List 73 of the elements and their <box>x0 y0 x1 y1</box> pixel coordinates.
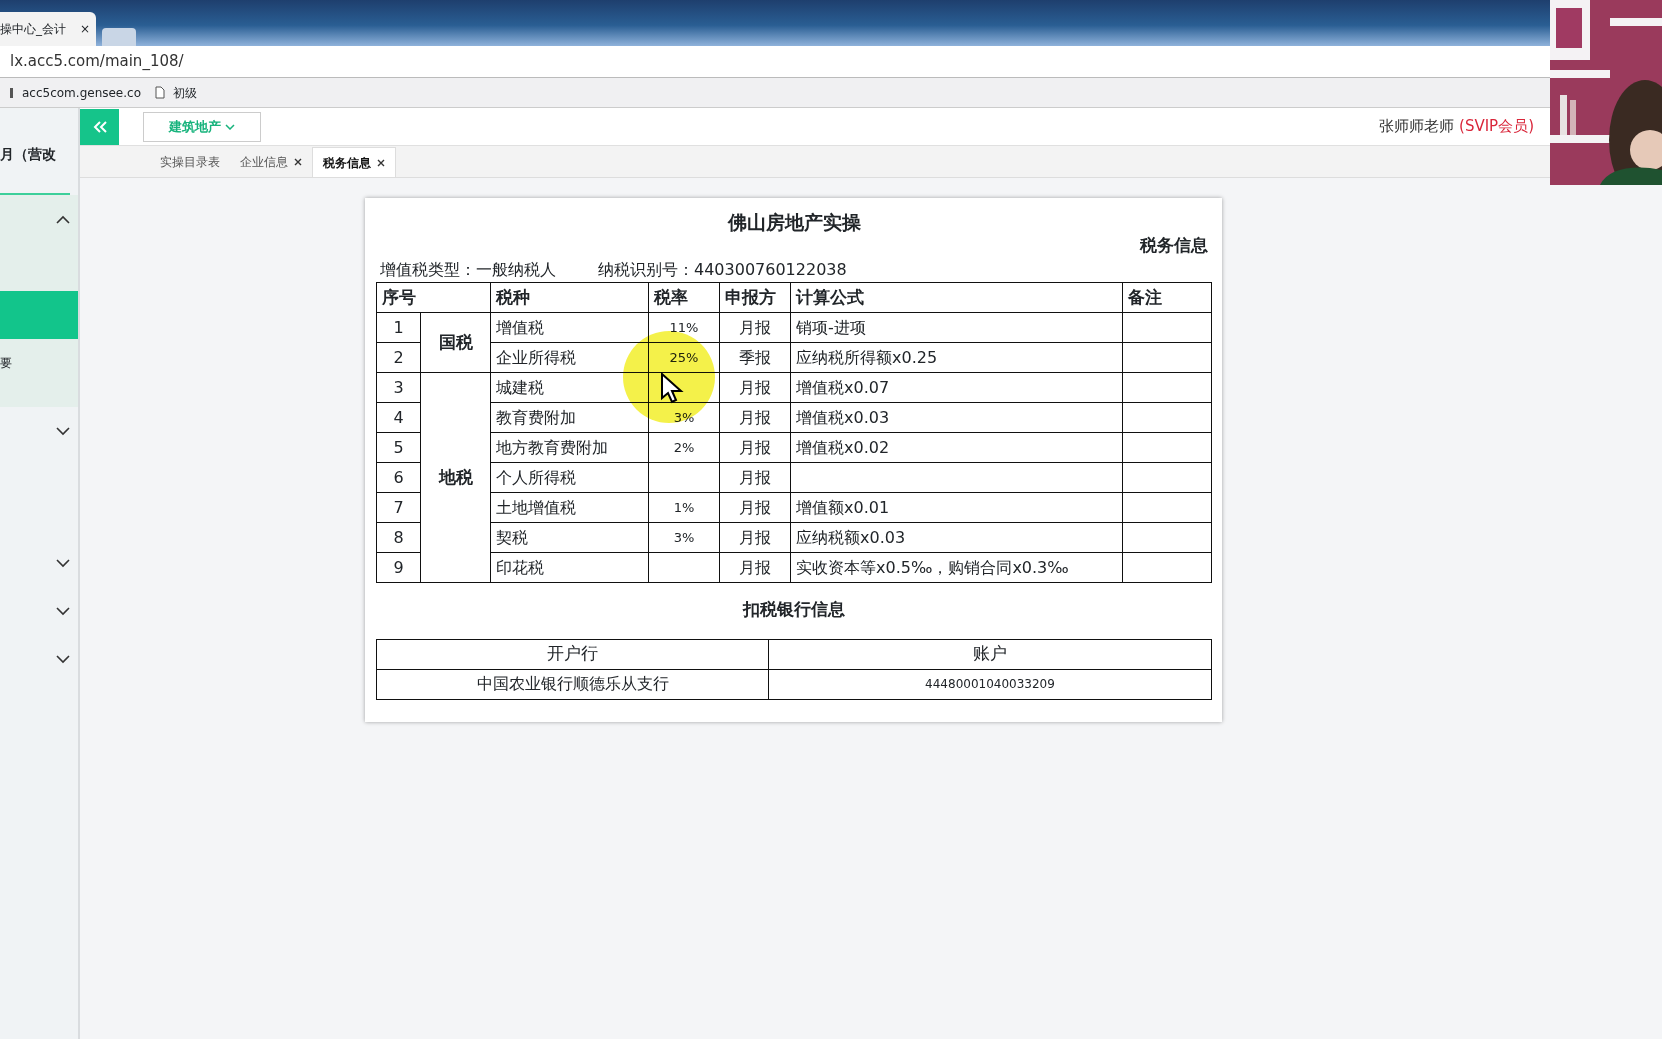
table-cell: 9 <box>376 552 421 583</box>
table-cell: 契税 <box>490 522 649 553</box>
page-icon <box>155 86 165 99</box>
table-cell: 土地增值税 <box>490 492 649 523</box>
table-cell: 地税 <box>420 372 491 583</box>
column-header: 税种 <box>490 282 649 313</box>
chevron-up-icon[interactable] <box>56 214 70 224</box>
document-title: 佛山房地产实操 <box>726 210 862 235</box>
table-cell: 月报 <box>719 552 791 583</box>
page-tab[interactable]: 税务信息 <box>312 147 396 177</box>
table-cell: 增值税x0.07 <box>790 372 1123 403</box>
table-cell: 地方教育费附加 <box>490 432 649 463</box>
site-icon <box>10 86 14 99</box>
table-cell: 中国农业银行顺德乐从支行 <box>376 669 769 699</box>
chevron-down-icon[interactable] <box>56 426 70 436</box>
taxpayer-id-text: 纳税识别号：440300760122038 <box>598 259 847 281</box>
page-tab[interactable]: 实操目录表 <box>150 147 230 177</box>
table-cell: 8 <box>376 522 421 553</box>
address-text[interactable]: lx.acc5.com/main_108/ <box>10 50 184 73</box>
table-cell: 7 <box>376 492 421 523</box>
column-header: 备注 <box>1122 282 1212 313</box>
column-header: 计算公式 <box>790 282 1123 313</box>
table-cell: 增值额x0.01 <box>790 492 1123 523</box>
table-cell: 销项-进项 <box>790 312 1123 343</box>
mouse-pointer-icon <box>660 372 686 404</box>
table-cell: 4 <box>376 402 421 433</box>
close-icon[interactable] <box>294 158 302 166</box>
bookmark-link[interactable]: acc5com.gensee.co <box>22 83 141 102</box>
section-label: 税务信息 <box>1140 234 1208 255</box>
page-tab[interactable]: 企业信息 <box>230 147 312 177</box>
column-header: 申报方 <box>719 282 791 313</box>
bookmark-link[interactable]: 初级 <box>173 83 197 102</box>
table-cell: 月报 <box>719 372 791 403</box>
table-cell: 个人所得税 <box>490 462 649 493</box>
column-header: 开户行 <box>376 639 769 669</box>
caret-icon <box>225 123 235 130</box>
table-cell: 1% <box>648 492 720 523</box>
close-icon[interactable] <box>377 158 385 167</box>
table-cell: 季报 <box>719 342 791 373</box>
table-cell: 增值税x0.02 <box>790 432 1123 463</box>
table-cell: 国税 <box>420 312 491 373</box>
table-cell: 增值税x0.03 <box>790 402 1123 433</box>
column-header: 账户 <box>768 639 1212 669</box>
table-cell: 月报 <box>719 522 791 553</box>
table-cell: 月报 <box>719 402 791 433</box>
browser-tab[interactable]: 操中心_会计 × <box>0 12 96 46</box>
table-cell: 月报 <box>719 432 791 463</box>
table-cell: 5 <box>376 432 421 463</box>
table-cell: 月报 <box>719 312 791 343</box>
chevron-down-icon[interactable] <box>56 558 70 568</box>
column-header: 序号 <box>376 282 491 313</box>
table-cell: 印花税 <box>490 552 649 583</box>
table-cell: 3 <box>376 372 421 403</box>
column-header: 税率 <box>648 282 720 313</box>
vat-type-text: 增值税类型：一般纳税人 <box>380 259 556 281</box>
chevron-down-icon[interactable] <box>56 654 70 664</box>
table-cell: 44480001040033209 <box>768 669 1212 699</box>
section-title: 扣税银行信息 <box>741 598 846 621</box>
table-cell: 6 <box>376 462 421 493</box>
table-cell: 2 <box>376 342 421 373</box>
table-cell: 实收资本等x0.5‰，购销合同x0.3‰ <box>790 552 1123 583</box>
user-name: 张师师老师 <box>1379 117 1455 136</box>
table-cell: 3% <box>648 522 720 553</box>
chevron-down-icon[interactable] <box>56 606 70 616</box>
close-icon[interactable]: × <box>79 20 90 38</box>
double-chevron-icon <box>92 120 107 133</box>
table-cell: 1 <box>376 312 421 343</box>
table-cell: 应纳税额x0.03 <box>790 522 1123 553</box>
member-level: (SVIP会员) <box>1459 117 1534 136</box>
table-cell: 月报 <box>719 462 791 493</box>
table-cell: 应纳税所得额x0.25 <box>790 342 1123 373</box>
table-cell: 月报 <box>719 492 791 523</box>
table-cell: 2% <box>648 432 720 463</box>
